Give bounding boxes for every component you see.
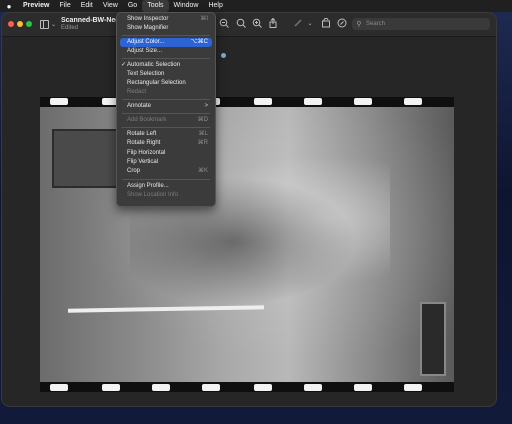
menu-item-rectangular-selection[interactable]: Rectangular Selection bbox=[120, 79, 212, 88]
sprocket-hole bbox=[254, 98, 272, 105]
actual-size-icon[interactable] bbox=[235, 18, 247, 30]
menu-separator bbox=[122, 113, 210, 114]
window-toolbar: ⌄ Scanned-BW-Negat Edited ⌄ ⚲ Search bbox=[2, 13, 496, 37]
menu-separator bbox=[122, 179, 210, 180]
menu-item-flip-vertical[interactable]: Flip Vertical bbox=[120, 158, 212, 167]
menu-item-label: Show Location Info bbox=[127, 192, 179, 198]
sprocket-hole bbox=[354, 98, 372, 105]
photo-panel-detail bbox=[420, 302, 446, 376]
menu-item-rotate-right[interactable]: Rotate Right ⌘R bbox=[120, 139, 212, 148]
sprocket-hole bbox=[404, 384, 422, 391]
sprocket-hole bbox=[102, 384, 120, 391]
menu-item-adjust-size[interactable]: Adjust Size... bbox=[120, 47, 212, 56]
markup-icon[interactable] bbox=[292, 18, 304, 30]
menu-item-shortcut: ⌘K bbox=[197, 168, 208, 174]
sprocket-hole bbox=[354, 384, 372, 391]
sidebar-icon bbox=[40, 19, 49, 29]
menu-item-label: Flip Horizontal bbox=[127, 150, 166, 156]
menu-item-flip-horizontal[interactable]: Flip Horizontal bbox=[120, 149, 212, 158]
menu-item-label: Flip Vertical bbox=[127, 159, 159, 165]
menu-item-shortcut: ⌘R bbox=[197, 140, 208, 146]
zoom-in-icon[interactable] bbox=[251, 18, 263, 30]
menu-item-label: Show Magnifier bbox=[127, 25, 169, 31]
menu-item-shortcut: ⌥⌘C bbox=[190, 39, 208, 45]
apple-logo-icon[interactable]: ● bbox=[0, 2, 18, 11]
negative-photo bbox=[40, 107, 454, 382]
menu-separator bbox=[122, 58, 210, 59]
chevron-down-icon[interactable]: ⌄ bbox=[304, 18, 316, 30]
menu-item-label: Crop bbox=[127, 168, 141, 174]
sprocket-hole bbox=[50, 98, 68, 105]
menu-bar: ● Preview File Edit View Go Tools Window… bbox=[0, 0, 512, 12]
menu-item-label: Add Bookmark bbox=[127, 117, 167, 123]
sprocket-hole bbox=[304, 98, 322, 105]
preview-window: ⌄ Scanned-BW-Negat Edited ⌄ ⚲ Search bbox=[2, 13, 496, 406]
menu-item-shortcut: ⌘L bbox=[198, 131, 208, 137]
checkmark-icon: ✓ bbox=[121, 62, 127, 68]
menu-item-label: Assign Profile... bbox=[127, 183, 169, 189]
menu-item-show-location-info: Show Location Info bbox=[120, 191, 212, 200]
menu-item-automatic-selection[interactable]: ✓ Automatic Selection bbox=[120, 61, 212, 70]
menu-item-shortcut: ⌘I bbox=[200, 16, 208, 22]
menu-file[interactable]: File bbox=[54, 0, 75, 12]
menu-item-show-inspector[interactable]: Show Inspector ⌘I bbox=[120, 15, 212, 24]
chevron-down-icon: ⌄ bbox=[50, 21, 56, 28]
menu-preview[interactable]: Preview bbox=[18, 0, 54, 12]
tools-menu: Show Inspector ⌘I Show Magnifier Adjust … bbox=[116, 12, 216, 207]
sprocket-hole bbox=[50, 384, 68, 391]
minimize-button[interactable] bbox=[17, 21, 23, 27]
menu-edit[interactable]: Edit bbox=[76, 0, 98, 12]
menu-item-crop[interactable]: Crop ⌘K bbox=[120, 167, 212, 176]
menu-item-text-selection[interactable]: Text Selection bbox=[120, 70, 212, 79]
menu-help[interactable]: Help bbox=[203, 0, 227, 12]
document-status: Edited bbox=[61, 25, 79, 31]
search-icon: ⚲ bbox=[356, 21, 362, 28]
menu-item-label: Adjust Color... bbox=[127, 39, 165, 45]
sprocket-hole bbox=[304, 384, 322, 391]
menu-item-label: Automatic Selection bbox=[127, 62, 181, 68]
sprocket-hole bbox=[404, 98, 422, 105]
menu-go[interactable]: Go bbox=[123, 0, 142, 12]
menu-item-label: Text Selection bbox=[127, 71, 165, 77]
menu-item-rotate-left[interactable]: Rotate Left ⌘L bbox=[120, 130, 212, 139]
menu-item-adjust-color[interactable]: Adjust Color... ⌥⌘C bbox=[120, 38, 212, 47]
submenu-arrow-icon: > bbox=[204, 103, 208, 109]
menu-item-label: Show Inspector bbox=[127, 16, 169, 22]
menu-item-label: Annotate bbox=[127, 103, 152, 109]
sprocket-hole bbox=[202, 384, 220, 391]
menu-item-show-magnifier[interactable]: Show Magnifier bbox=[120, 24, 212, 33]
menu-tools[interactable]: Tools bbox=[142, 0, 169, 12]
menu-item-redact: Redact bbox=[120, 88, 212, 97]
menu-view[interactable]: View bbox=[98, 0, 123, 12]
menu-item-shortcut: ⌘D bbox=[197, 117, 208, 123]
photo-box-detail bbox=[52, 129, 126, 188]
menu-window[interactable]: Window bbox=[169, 0, 204, 12]
sidebar-toggle-button[interactable]: ⌄ bbox=[40, 19, 56, 29]
menu-separator bbox=[122, 99, 210, 100]
menu-separator bbox=[122, 127, 210, 128]
menu-item-label: Rotate Left bbox=[127, 131, 157, 137]
menu-item-label: Redact bbox=[127, 89, 147, 95]
rotate-icon[interactable] bbox=[320, 18, 332, 30]
zoom-out-icon[interactable] bbox=[218, 18, 230, 30]
menu-separator bbox=[122, 35, 210, 36]
search-placeholder: Search bbox=[366, 21, 386, 27]
document-canvas bbox=[2, 37, 496, 406]
menu-item-assign-profile[interactable]: Assign Profile... bbox=[120, 182, 212, 191]
fullscreen-button[interactable] bbox=[26, 21, 32, 27]
sprocket-hole bbox=[152, 384, 170, 391]
menu-item-label: Adjust Size... bbox=[127, 48, 163, 54]
menu-item-add-bookmark: Add Bookmark ⌘D bbox=[120, 116, 212, 125]
menu-item-label: Rectangular Selection bbox=[127, 80, 186, 86]
share-icon[interactable] bbox=[267, 17, 279, 30]
close-button[interactable] bbox=[8, 21, 14, 27]
menu-item-annotate[interactable]: Annotate > bbox=[120, 102, 212, 111]
markup-toolbar-icon[interactable] bbox=[336, 18, 348, 30]
photo-pole-detail bbox=[67, 305, 265, 313]
sprocket-hole bbox=[254, 384, 272, 391]
menu-item-label: Rotate Right bbox=[127, 140, 161, 146]
search-field[interactable]: ⚲ Search bbox=[352, 18, 490, 30]
page-indicator-dot bbox=[221, 53, 226, 58]
scanned-negative-image[interactable] bbox=[40, 97, 454, 392]
